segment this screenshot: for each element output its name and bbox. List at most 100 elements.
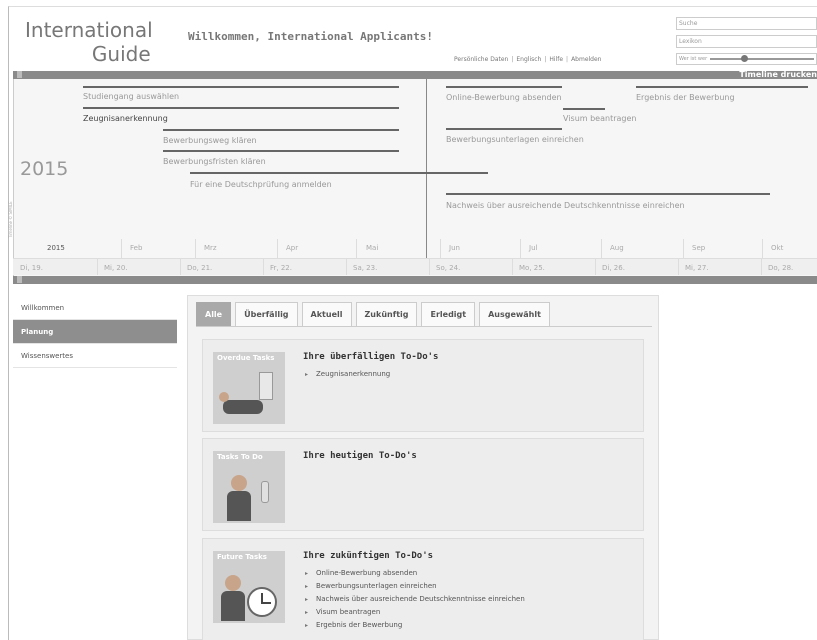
- zoom-control[interactable]: Wer ist wer: [676, 53, 817, 65]
- month-label: Apr: [286, 244, 299, 252]
- month-label: Feb: [130, 244, 143, 252]
- tab-zukuenftig[interactable]: Zukünftig: [355, 302, 418, 326]
- todo-item[interactable]: Visum beantragen: [303, 606, 525, 619]
- zoom-slider[interactable]: [710, 55, 814, 62]
- timeline-event[interactable]: Bewerbungsunterlagen einreichen: [446, 135, 584, 144]
- day-label: Mi, 20.: [104, 264, 128, 272]
- day-tick: [97, 259, 98, 275]
- day-label: Mo, 25.: [519, 264, 545, 272]
- todo-item[interactable]: Online-Bewerbung absenden: [303, 567, 525, 580]
- search-input[interactable]: Suche: [676, 17, 817, 30]
- month-tick: [601, 239, 602, 258]
- day-label: Fr, 22.: [270, 264, 292, 272]
- sidebar-item-willkommen[interactable]: Willkommen: [13, 296, 177, 320]
- timeline-event[interactable]: Ergebnis der Bewerbung: [636, 93, 735, 102]
- todo-item[interactable]: Ergebnis der Bewerbung: [303, 619, 525, 632]
- day-tick: [678, 259, 679, 275]
- nav-logout[interactable]: Abmelden: [571, 56, 601, 63]
- day-label: Mi, 27.: [685, 264, 709, 272]
- zoom-slider-knob[interactable]: [741, 55, 749, 62]
- month-tick: [195, 239, 196, 258]
- timeline-bar[interactable]: [446, 128, 562, 130]
- todo-item[interactable]: Nachweis über ausreichende Deutschkenntn…: [303, 593, 525, 606]
- timeline-event[interactable]: Nachweis über ausreichende Deutschkenntn…: [446, 201, 685, 210]
- timeline-event[interactable]: Online-Bewerbung absenden: [446, 93, 562, 102]
- logo-line-1: International: [25, 18, 153, 42]
- timeline-event[interactable]: Zeugnisanerkennung: [83, 114, 168, 123]
- month-label: Jul: [529, 244, 538, 252]
- overdue-todos-card: Overdue Tasks Ihre überfälligen To-Do's …: [202, 339, 644, 432]
- nav-personal-data[interactable]: Persönliche Daten: [454, 56, 508, 63]
- nav-separator: |: [544, 56, 547, 63]
- tabs-divider: [196, 326, 652, 327]
- timeline-days-band[interactable]: Di, 19. Mi, 20. Do, 21. Fr, 22. Sa, 23. …: [13, 258, 817, 275]
- timeline-event[interactable]: Bewerbungsweg klären: [163, 136, 257, 145]
- person-head-illustration: [225, 575, 241, 591]
- day-tick: [595, 259, 596, 275]
- todo-panel: Alle Überfällig Aktuell Zukünftig Erledi…: [187, 295, 659, 640]
- todo-item[interactable]: Bewerbungsunterlagen einreichen: [303, 580, 525, 593]
- person-head-illustration: [231, 475, 247, 491]
- day-label: Do, 28.: [768, 264, 794, 272]
- month-label: Mrz: [204, 244, 217, 252]
- timeline-event[interactable]: Bewerbungsfristen klären: [163, 157, 266, 166]
- timeline-bar[interactable]: [636, 86, 808, 88]
- day-label: Di, 19.: [20, 264, 43, 272]
- card-title: Ihre zukünftigen To-Do's: [303, 551, 434, 561]
- image-caption: Future Tasks: [217, 553, 267, 561]
- timeline-top-handle[interactable]: [17, 71, 22, 78]
- sidebar-item-planung[interactable]: Planung: [13, 320, 177, 344]
- future-todos-card: Future Tasks Ihre zukünftigen To-Do's On…: [202, 538, 644, 640]
- logo[interactable]: International Guide: [25, 18, 153, 66]
- timeline-months-band[interactable]: 2015 Feb Mrz Apr Mai Jun Jul Aug Sep Okt: [13, 239, 817, 258]
- nav-help[interactable]: Hilfe: [549, 56, 563, 63]
- nav-separator: |: [511, 56, 514, 63]
- month-tick: [762, 239, 763, 258]
- timeline-bottom-bar: [13, 276, 817, 284]
- tab-aktuell[interactable]: Aktuell: [301, 302, 352, 326]
- sidebar-item-wissenswertes[interactable]: Wissenswertes: [13, 344, 177, 368]
- clock-icon: [247, 587, 277, 617]
- lexicon-input[interactable]: Lexikon: [676, 35, 817, 48]
- day-tick: [761, 259, 762, 275]
- timeline-bar[interactable]: [446, 86, 562, 88]
- timeline-bar[interactable]: [563, 108, 605, 110]
- timeline-top-bar: Timeline drucken: [13, 70, 817, 79]
- month-tick: [440, 239, 441, 258]
- month-tick: [277, 239, 278, 258]
- todo-item[interactable]: Zeugnisanerkennung: [303, 368, 390, 381]
- tab-ueberfaellig[interactable]: Überfällig: [235, 302, 298, 326]
- timeline-bar[interactable]: [163, 150, 399, 152]
- nav-english[interactable]: Englisch: [516, 56, 541, 63]
- day-tick: [512, 259, 513, 275]
- timeline-bar[interactable]: [190, 172, 488, 174]
- day-label: Sa, 23.: [353, 264, 378, 272]
- timeline-bar[interactable]: [83, 86, 399, 88]
- timeline-event[interactable]: Studiengang auswählen: [83, 92, 179, 101]
- timeline-print-button[interactable]: Timeline drucken: [739, 70, 817, 79]
- timeline-bar[interactable]: [83, 107, 399, 109]
- timeline-bar[interactable]: [163, 129, 399, 131]
- person-illustration: [227, 491, 251, 521]
- timeline-today-marker: [426, 79, 427, 259]
- zoom-label: Wer ist wer: [679, 56, 708, 62]
- tab-erledigt[interactable]: Erledigt: [421, 302, 476, 326]
- person-illustration: [223, 400, 263, 414]
- timeline-bottom-handle[interactable]: [17, 276, 22, 283]
- month-label: Sep: [692, 244, 706, 252]
- image-caption: Tasks To Do: [217, 453, 263, 461]
- month-label: Aug: [610, 244, 624, 252]
- month-label: Mai: [366, 244, 379, 252]
- day-tick: [180, 259, 181, 275]
- timeline-bar[interactable]: [446, 193, 770, 195]
- tab-alle[interactable]: Alle: [196, 302, 232, 326]
- timeline-credit: Timeline © SIMILE: [8, 201, 13, 238]
- person-head-illustration: [219, 392, 229, 402]
- month-label: 2015: [47, 244, 65, 252]
- timeline-event[interactable]: Visum beantragen: [563, 114, 636, 123]
- month-tick: [356, 239, 357, 258]
- day-label: Di, 26.: [602, 264, 625, 272]
- tab-ausgewaehlt[interactable]: Ausgewählt: [479, 302, 550, 326]
- timeline-event[interactable]: Für eine Deutschprüfung anmelden: [190, 180, 332, 189]
- day-tick: [429, 259, 430, 275]
